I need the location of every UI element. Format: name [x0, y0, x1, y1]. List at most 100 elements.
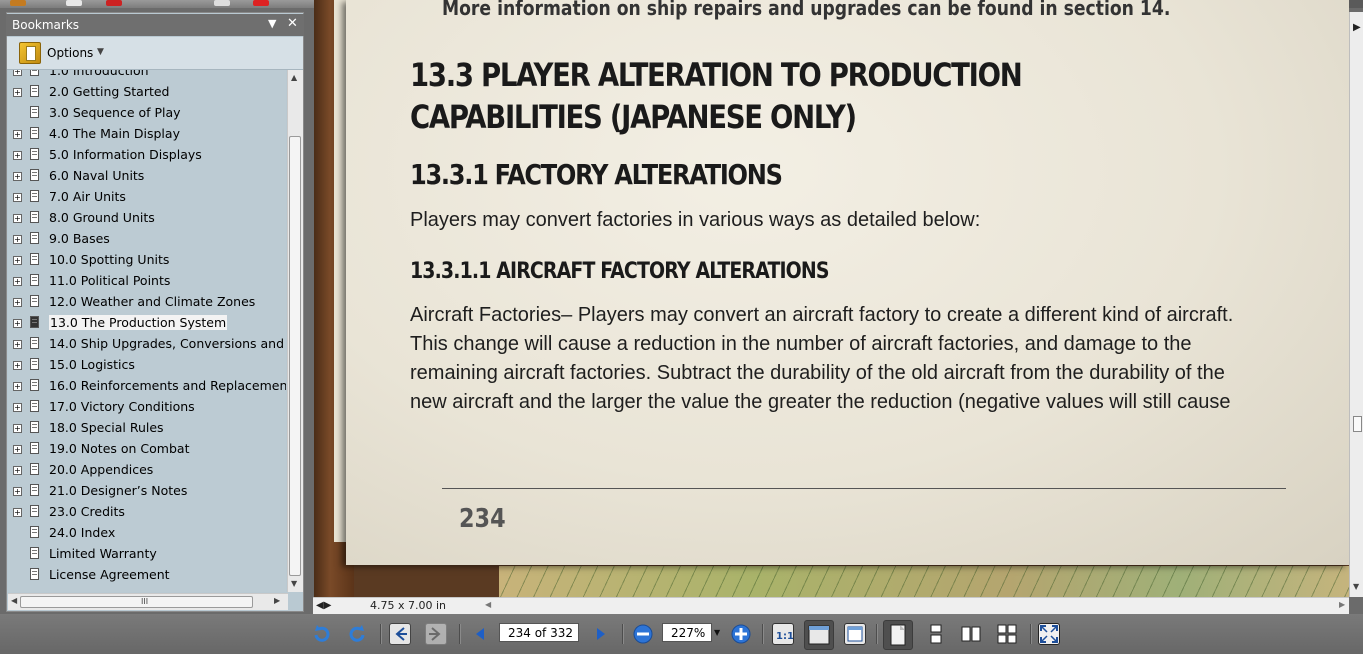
bookmark-label[interactable]: 21.0 Designer’s Notes: [49, 483, 187, 498]
expand-icon[interactable]: +: [13, 277, 22, 286]
bookmark-label[interactable]: 20.0 Appendices: [49, 462, 153, 477]
bookmark-label[interactable]: 11.0 Political Points: [49, 273, 170, 288]
bookmark-label[interactable]: Limited Warranty: [49, 546, 157, 561]
document-vertical-scrollbar[interactable]: ▶ ▼: [1349, 12, 1363, 597]
chevron-down-icon[interactable]: ▼: [97, 47, 104, 57]
bookmark-item[interactable]: +7.0 Air Units: [8, 188, 286, 208]
expand-icon[interactable]: +: [13, 382, 22, 391]
bookmark-label[interactable]: 17.0 Victory Conditions: [49, 399, 195, 414]
zoom-dropdown-icon[interactable]: ▼: [714, 628, 720, 637]
next-page-icon[interactable]: [590, 623, 612, 645]
bookmark-label[interactable]: 8.0 Ground Units: [49, 210, 155, 225]
page-number-field[interactable]: 234 of 332: [499, 623, 579, 642]
bookmark-item[interactable]: +18.0 Special Rules: [8, 419, 286, 439]
facing-pages-icon[interactable]: [960, 623, 982, 645]
scroll-up-arrow-icon[interactable]: ▲: [291, 73, 297, 82]
scroll-left-arrow-icon[interactable]: ◀: [485, 600, 491, 609]
bookmark-label[interactable]: 1.0 Introduction: [49, 70, 149, 78]
bookmark-item[interactable]: +9.0 Bases: [8, 230, 286, 250]
resize-icon[interactable]: ◀▶: [316, 600, 331, 611]
panel-menu-dropdown-icon[interactable]: ▼: [268, 17, 276, 30]
expand-icon[interactable]: +: [13, 298, 22, 307]
expand-icon[interactable]: +: [13, 130, 22, 139]
toolbar-icon[interactable]: [214, 0, 230, 6]
bookmark-item[interactable]: +19.0 Notes on Combat: [8, 440, 286, 460]
bookmark-label[interactable]: 4.0 The Main Display: [49, 126, 180, 141]
scroll-right-arrow-icon[interactable]: ▶: [1339, 600, 1345, 609]
bookmark-item[interactable]: +2.0 Getting Started: [8, 83, 286, 103]
expand-icon[interactable]: +: [13, 256, 22, 265]
bookmark-label[interactable]: License Agreement: [49, 567, 170, 582]
scroll-down-arrow-icon[interactable]: ▼: [291, 579, 297, 588]
bookmark-item[interactable]: +5.0 Information Displays: [8, 146, 286, 166]
expand-icon[interactable]: +: [13, 214, 22, 223]
expand-icon[interactable]: +: [13, 70, 22, 76]
bookmark-item[interactable]: License Agreement: [8, 566, 286, 586]
bookmark-options-icon[interactable]: [19, 42, 41, 64]
expand-icon[interactable]: +: [13, 151, 22, 160]
scrollbar-thumb[interactable]: III: [20, 596, 253, 608]
bookmark-label[interactable]: 24.0 Index: [49, 525, 115, 540]
bookmark-item[interactable]: +21.0 Designer’s Notes: [8, 482, 286, 502]
rotate-counterclockwise-icon[interactable]: [346, 623, 368, 645]
scroll-right-arrow-icon[interactable]: ▶: [274, 596, 280, 605]
expand-icon[interactable]: +: [13, 88, 22, 97]
pdf-icon[interactable]: [253, 0, 269, 6]
bookmark-label[interactable]: 3.0 Sequence of Play: [49, 105, 181, 120]
bookmark-item[interactable]: +10.0 Spotting Units: [8, 251, 286, 271]
bookmark-label[interactable]: 13.0 The Production System: [49, 315, 228, 330]
expand-icon[interactable]: +: [13, 235, 22, 244]
expand-icon[interactable]: +: [13, 361, 22, 370]
zoom-in-icon[interactable]: [730, 623, 752, 645]
bookmark-label[interactable]: 2.0 Getting Started: [49, 84, 170, 99]
back-icon[interactable]: [389, 623, 411, 645]
toolbar-icon[interactable]: [106, 0, 122, 6]
bookmarks-vertical-scrollbar[interactable]: ▲ ▼: [287, 70, 303, 592]
bookmark-label[interactable]: 16.0 Reinforcements and Replacements: [49, 378, 286, 393]
previous-page-icon[interactable]: [470, 623, 492, 645]
full-screen-icon[interactable]: [1038, 623, 1060, 645]
scroll-down-arrow-icon[interactable]: ▼: [1353, 582, 1359, 591]
zoom-out-icon[interactable]: [632, 623, 654, 645]
bookmark-label[interactable]: 5.0 Information Displays: [49, 147, 202, 162]
fit-width-icon[interactable]: [844, 623, 866, 645]
continuous-view-icon[interactable]: [925, 623, 947, 645]
bookmark-label[interactable]: 23.0 Credits: [49, 504, 125, 519]
bookmark-item[interactable]: +20.0 Appendices: [8, 461, 286, 481]
expand-icon[interactable]: +: [13, 466, 22, 475]
toolbar-icon[interactable]: [66, 0, 82, 6]
expand-icon[interactable]: +: [13, 193, 22, 202]
bookmark-item[interactable]: Limited Warranty: [8, 545, 286, 565]
zoom-level-field[interactable]: 227%: [662, 623, 712, 642]
close-icon[interactable]: ✕: [287, 16, 298, 31]
bookmark-item[interactable]: +23.0 Credits: [8, 503, 286, 523]
expand-icon[interactable]: +: [13, 487, 22, 496]
bookmarks-horizontal-scrollbar[interactable]: ◀ III ▶: [8, 593, 288, 610]
bookmark-item[interactable]: +8.0 Ground Units: [8, 209, 286, 229]
expand-icon[interactable]: +: [13, 424, 22, 433]
bookmark-item[interactable]: +15.0 Logistics: [8, 356, 286, 376]
scroll-right-arrow-icon[interactable]: ▶: [1353, 22, 1361, 33]
bookmark-item[interactable]: +16.0 Reinforcements and Replacements: [8, 377, 286, 397]
bookmark-label[interactable]: 10.0 Spotting Units: [49, 252, 169, 267]
bookmark-label[interactable]: 6.0 Naval Units: [49, 168, 144, 183]
bookmark-item[interactable]: +6.0 Naval Units: [8, 167, 286, 187]
bookmark-item[interactable]: 3.0 Sequence of Play: [8, 104, 286, 124]
bookmark-item[interactable]: +13.0 The Production System: [8, 314, 286, 334]
bookmark-label[interactable]: 7.0 Air Units: [49, 189, 126, 204]
document-viewport[interactable]: More information on ship repairs and upg…: [314, 0, 1349, 597]
options-button[interactable]: Options: [47, 46, 93, 60]
bookmark-item[interactable]: +11.0 Political Points: [8, 272, 286, 292]
bookmark-label[interactable]: 19.0 Notes on Combat: [49, 441, 189, 456]
bookmark-label[interactable]: 18.0 Special Rules: [49, 420, 164, 435]
scroll-left-arrow-icon[interactable]: ◀: [11, 596, 17, 605]
bookmark-label[interactable]: 14.0 Ship Upgrades, Conversions and Rep: [49, 336, 286, 351]
bookmark-item[interactable]: +4.0 The Main Display: [8, 125, 286, 145]
expand-icon[interactable]: +: [13, 508, 22, 517]
expand-icon[interactable]: +: [13, 319, 22, 328]
continuous-facing-icon[interactable]: [996, 623, 1018, 645]
scrollbar-thumb[interactable]: [289, 136, 301, 576]
bookmark-label[interactable]: 12.0 Weather and Climate Zones: [49, 294, 255, 309]
bookmark-label[interactable]: 9.0 Bases: [49, 231, 110, 246]
expand-icon[interactable]: +: [13, 445, 22, 454]
